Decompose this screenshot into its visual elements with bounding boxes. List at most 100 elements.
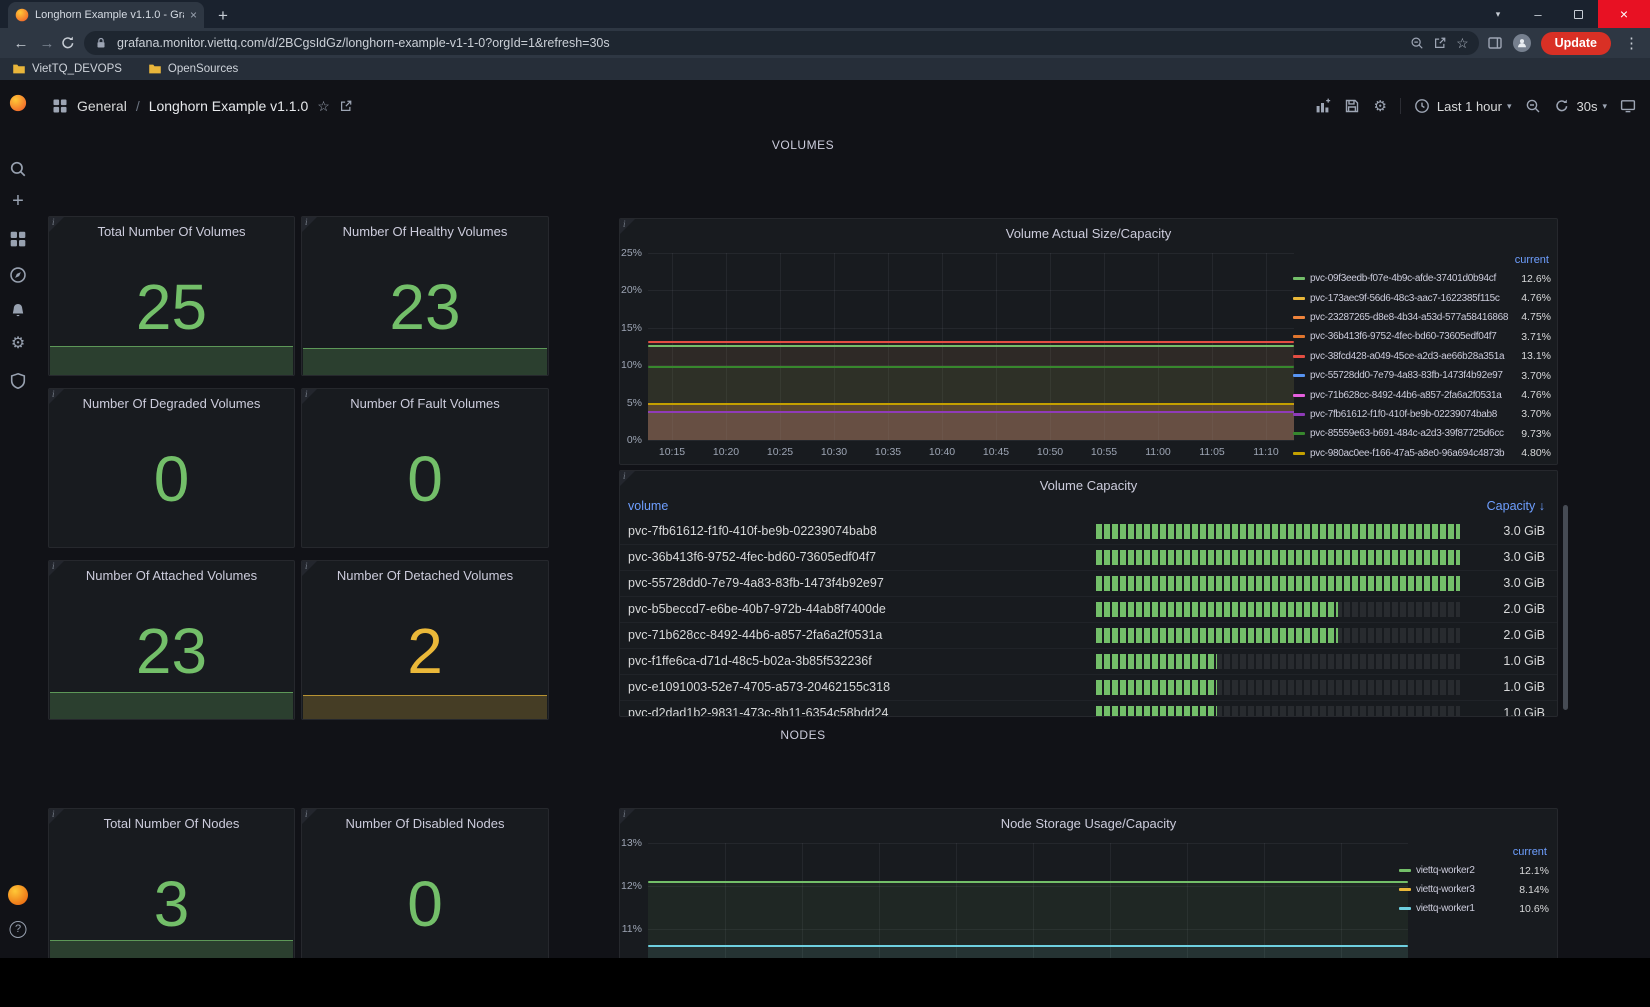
help-icon[interactable]: ? [10, 921, 27, 938]
address-bar[interactable]: grafana.monitor.viettq.com/d/2BCgsIdGz/l… [84, 31, 1479, 55]
bookmark-star-icon[interactable]: ☆ [1456, 36, 1469, 50]
panel-title[interactable]: Number Of Disabled Nodes [302, 809, 548, 835]
legend-item[interactable]: viettq-worker3 8.14% [1399, 880, 1549, 899]
zoom-out-icon[interactable] [1525, 98, 1541, 114]
legend-item[interactable]: viettq-worker1 10.6% [1399, 899, 1549, 918]
panel-title[interactable]: Number Of Degraded Volumes [49, 389, 294, 415]
refresh-chevron-icon[interactable]: ▾ [1602, 101, 1607, 112]
panel-title[interactable]: Node Storage Usage/Capacity [620, 809, 1557, 835]
table-row[interactable]: pvc-71b628cc-8492-44b6-a857-2fa6a2f0531a… [620, 623, 1557, 649]
legend-item[interactable]: pvc-71b628cc-8492-44b6-a857-2fa6a2f0531a… [1293, 385, 1551, 404]
table-row[interactable]: pvc-55728dd0-7e79-4a83-83fb-1473f4b92e97… [620, 571, 1557, 597]
share-dashboard-icon[interactable] [339, 99, 353, 113]
panel-info-corner[interactable]: i [302, 809, 317, 824]
browser-menu-icon[interactable]: ⋮ [1621, 34, 1642, 52]
panel-info-corner[interactable]: i [49, 217, 64, 232]
panel-info-corner[interactable]: i [620, 219, 635, 234]
window-close-button[interactable]: × [1598, 0, 1650, 28]
add-panel-icon[interactable] [1315, 98, 1331, 114]
time-range-clock-icon[interactable] [1414, 98, 1430, 114]
dashboard-settings-icon[interactable]: ⚙ [1373, 99, 1386, 114]
forward-button[interactable]: → [34, 35, 60, 52]
breadcrumb-separator: / [136, 98, 140, 114]
stat-panel: i Total Number Of Nodes 3 [48, 808, 295, 978]
grafana-logo[interactable] [9, 94, 27, 112]
bookmark-item[interactable]: OpenSources [148, 62, 238, 76]
browser-tab[interactable]: Longhorn Example v1.1.0 - Grafa × [8, 2, 204, 28]
panel-info-corner[interactable]: i [49, 561, 64, 576]
refresh-dashboard-icon[interactable] [1554, 98, 1570, 114]
legend-item[interactable]: pvc-23287265-d8e8-4b34-a53d-577a58416868… [1293, 308, 1551, 327]
lock-icon[interactable] [94, 36, 108, 50]
dashboards-nav-icon[interactable] [9, 230, 27, 248]
share-page-icon[interactable] [1433, 36, 1447, 50]
create-plus-icon[interactable]: + [9, 193, 27, 211]
y-axis-label: 5% [620, 397, 642, 409]
legend-column-header[interactable]: current [1399, 843, 1549, 861]
legend-item[interactable]: pvc-36b413f6-9752-4fec-bd60-73605edf04f7… [1293, 327, 1551, 346]
legend-item[interactable]: pvc-85559e63-b691-484c-a2d3-39f87725d6cc… [1293, 424, 1551, 443]
panel-title[interactable]: Volume Actual Size/Capacity [620, 219, 1557, 245]
legend-item[interactable]: pvc-7fb61612-f1f0-410f-be9b-02239074bab8… [1293, 405, 1551, 424]
legend-item[interactable]: pvc-09f3eedb-f07e-4b9c-afde-37401d0b94cf… [1293, 269, 1551, 288]
search-icon[interactable] [9, 160, 27, 178]
legend-item[interactable]: pvc-55728dd0-7e79-4a83-83fb-1473f4b92e97… [1293, 366, 1551, 385]
save-dashboard-icon[interactable] [1344, 98, 1360, 114]
legend-item[interactable]: pvc-38fcd428-a049-45ce-a2d3-ae66b28a351a… [1293, 347, 1551, 366]
explore-compass-icon[interactable] [9, 266, 27, 284]
dashboards-icon[interactable] [52, 98, 68, 114]
table-row[interactable]: pvc-36b413f6-9752-4fec-bd60-73605edf04f7… [620, 545, 1557, 571]
profile-avatar[interactable] [1513, 34, 1531, 52]
panel-title[interactable]: Number Of Attached Volumes [49, 561, 294, 587]
new-tab-button[interactable]: + [210, 4, 236, 28]
table-row[interactable]: pvc-d2dad1b2-9831-473c-8b11-6354c58bdd24… [620, 701, 1557, 716]
legend-item[interactable]: viettq-worker2 12.1% [1399, 861, 1549, 880]
panel-title[interactable]: Volume Capacity [620, 471, 1557, 497]
panel-title[interactable]: Number Of Fault Volumes [302, 389, 548, 415]
refresh-interval-label[interactable]: 30s [1577, 99, 1598, 114]
legend-column-header[interactable]: current [1293, 251, 1551, 269]
legend-item[interactable]: pvc-980ac0ee-f166-47a5-a8e0-96a694c4873b… [1293, 444, 1551, 463]
alerting-bell-icon[interactable] [9, 302, 27, 320]
favorite-star-icon[interactable]: ☆ [317, 99, 330, 113]
panel-title[interactable]: Total Number Of Nodes [49, 809, 294, 835]
back-button[interactable]: ← [8, 35, 34, 52]
url-text[interactable]: grafana.monitor.viettq.com/d/2BCgsIdGz/l… [117, 36, 1401, 50]
minimize-button[interactable]: – [1518, 0, 1558, 28]
row-title-volumes[interactable]: VOLUMES [48, 138, 1558, 154]
time-range-label[interactable]: Last 1 hour [1437, 99, 1502, 114]
column-header-volume[interactable]: volume [628, 499, 668, 513]
bookmark-item[interactable]: VietTQ_DEVOPS [12, 62, 122, 76]
panel-info-corner[interactable]: i [620, 809, 635, 824]
update-button[interactable]: Update [1541, 32, 1611, 55]
table-row[interactable]: pvc-f1ffe6ca-d71d-48c5-b02a-3b85f532236f… [620, 649, 1557, 675]
panel-title[interactable]: Number Of Detached Volumes [302, 561, 548, 587]
panel-info-corner[interactable]: i [49, 809, 64, 824]
panel-title[interactable]: Number Of Healthy Volumes [302, 217, 548, 243]
time-range-chevron-icon[interactable]: ▾ [1507, 101, 1512, 112]
panel-info-corner[interactable]: i [302, 217, 317, 232]
panel-info-corner[interactable]: i [49, 389, 64, 404]
panel-info-corner[interactable]: i [302, 389, 317, 404]
panel-info-corner[interactable]: i [620, 471, 635, 486]
tab-close-icon[interactable]: × [190, 8, 197, 22]
breadcrumb-root[interactable]: General [77, 98, 127, 114]
column-header-capacity[interactable]: Capacity ↓ [1487, 499, 1545, 513]
restore-button[interactable] [1558, 0, 1598, 28]
row-title-nodes[interactable]: NODES [48, 728, 1558, 744]
table-row[interactable]: pvc-7fb61612-f1f0-410f-be9b-02239074bab8… [620, 519, 1557, 545]
configuration-gear-icon[interactable]: ⚙ [9, 335, 27, 353]
panel-info-corner[interactable]: i [302, 561, 317, 576]
kiosk-mode-icon[interactable] [1620, 98, 1636, 114]
table-row[interactable]: pvc-e1091003-52e7-4705-a573-20462155c318… [620, 675, 1557, 701]
tab-search-chevron-icon[interactable]: ▾ [1478, 0, 1518, 28]
page-zoom-icon[interactable] [1410, 36, 1424, 50]
side-panel-icon[interactable] [1487, 35, 1503, 51]
admin-shield-icon[interactable] [9, 372, 27, 390]
panel-title[interactable]: Total Number Of Volumes [49, 217, 294, 243]
reload-button[interactable] [60, 35, 76, 51]
scrollbar-thumb[interactable] [1563, 505, 1568, 710]
legend-item[interactable]: pvc-173aec9f-56d6-48c3-aac7-1622385f115c… [1293, 288, 1551, 307]
table-row[interactable]: pvc-b5beccd7-e6be-40b7-972b-44ab8f7400de… [620, 597, 1557, 623]
user-avatar[interactable] [8, 885, 28, 905]
